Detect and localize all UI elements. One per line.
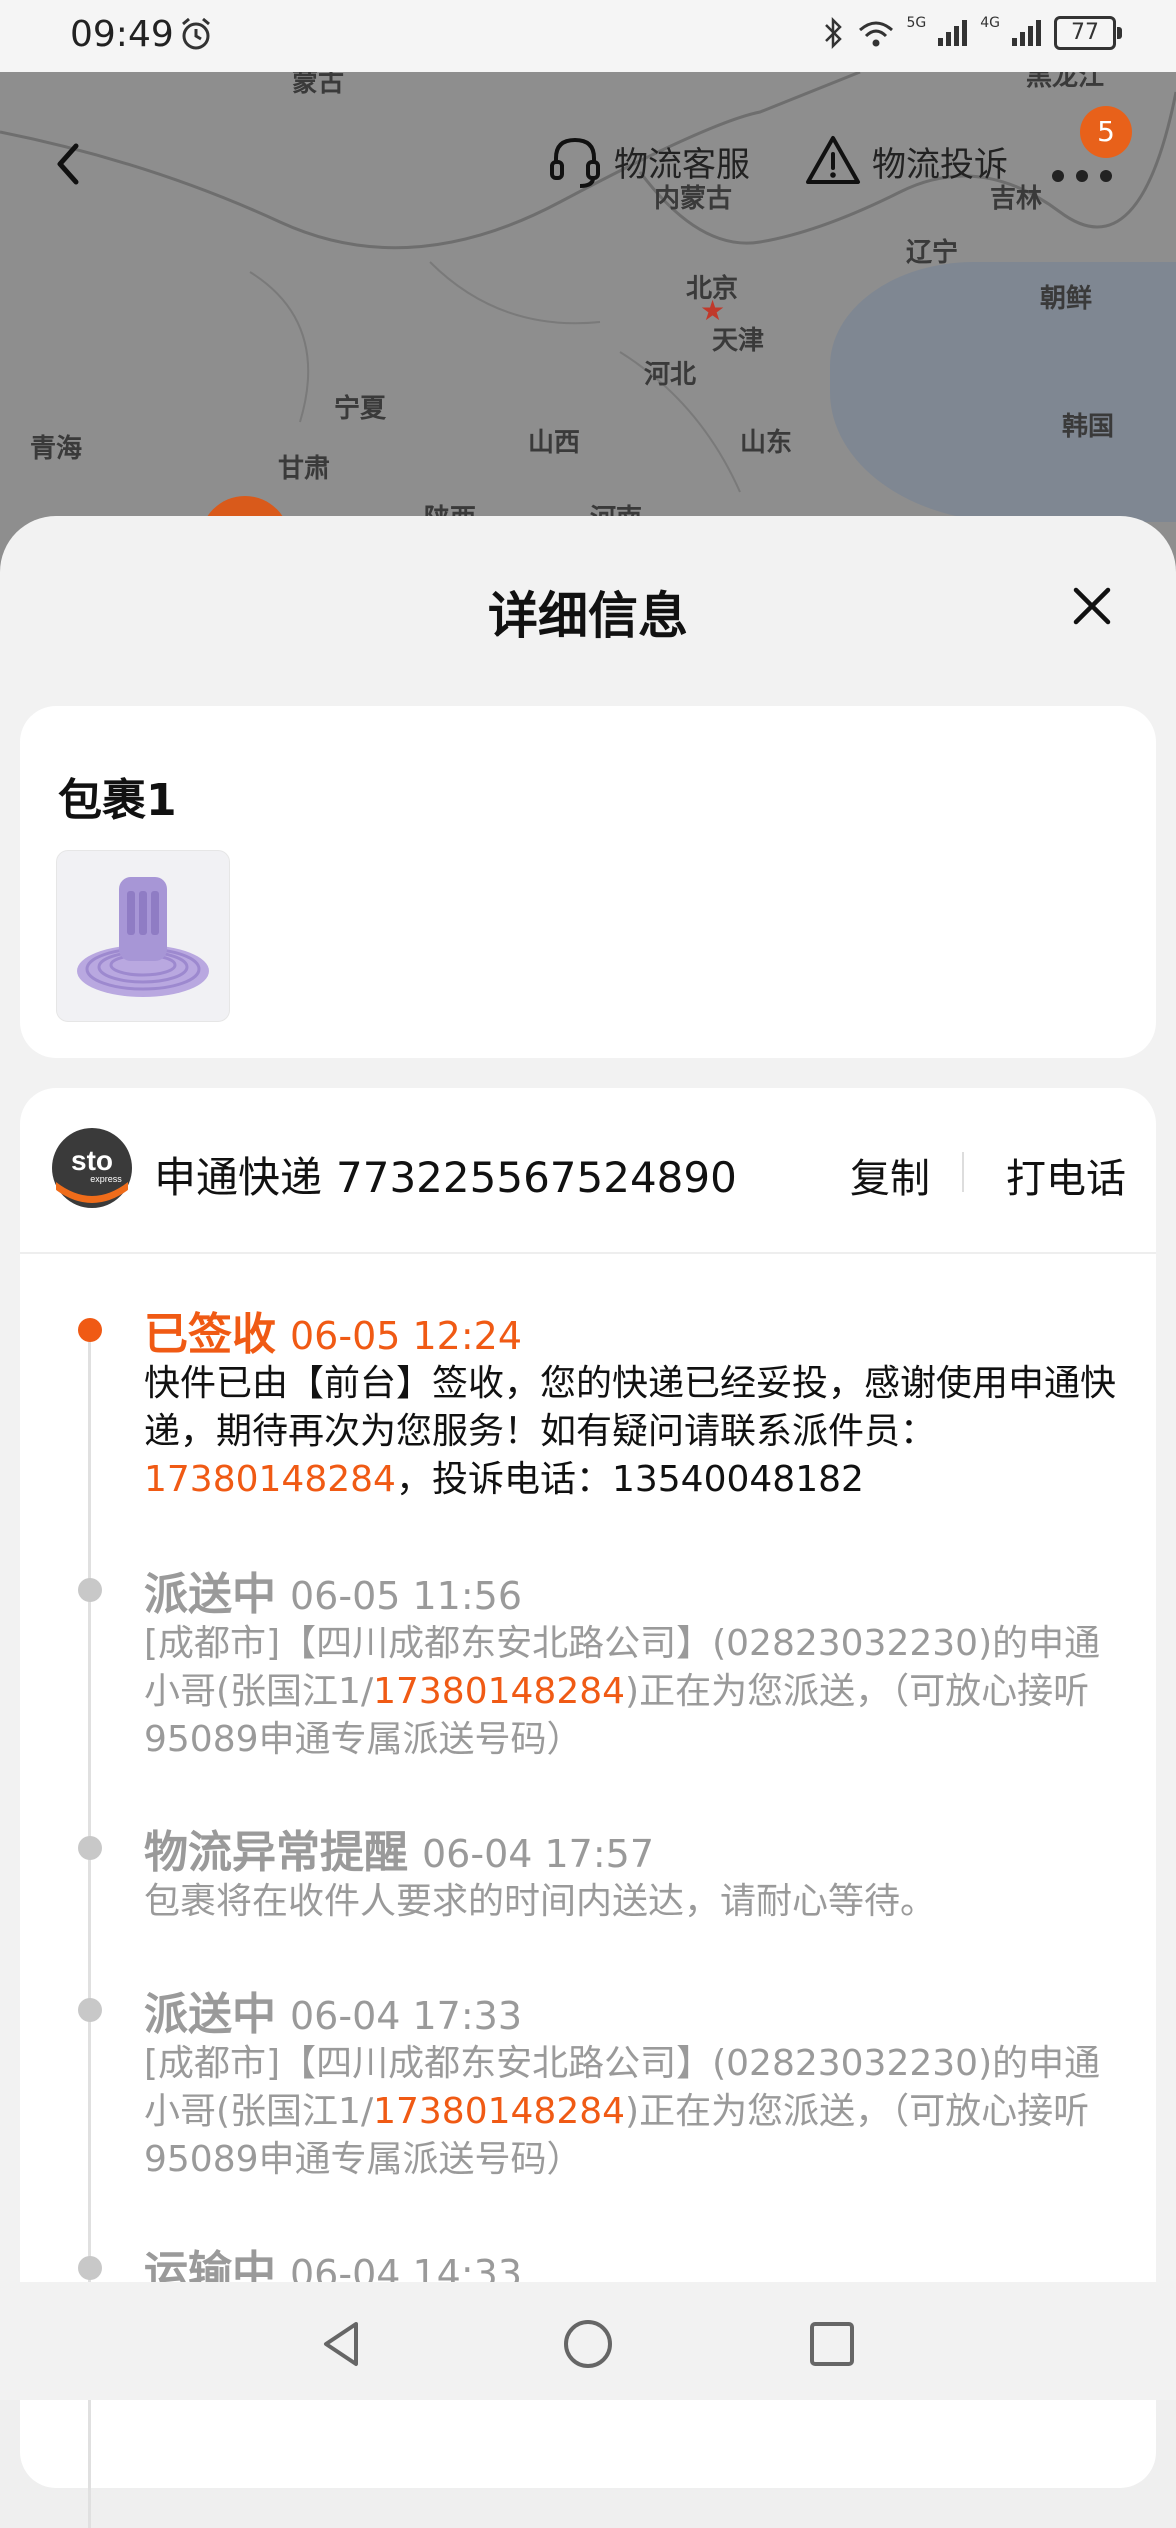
net-label-2: 4G xyxy=(980,15,1000,31)
map-label: 黑龙江 xyxy=(1026,72,1105,92)
map-label: 青海 xyxy=(30,434,83,464)
map-label: 宁夏 xyxy=(334,394,387,424)
signal-icon xyxy=(938,20,968,46)
nav-back-icon[interactable] xyxy=(314,2316,370,2372)
back-button[interactable] xyxy=(40,134,100,194)
bluetooth-icon xyxy=(825,16,843,50)
event-description: [成都市]【四川成都东安北路公司】(02823032230)的申通小哥(张国江1… xyxy=(144,1623,1101,1760)
nav-home-icon[interactable] xyxy=(560,2316,616,2372)
timeline-dot-icon xyxy=(78,1318,102,1342)
courier-phone-link[interactable]: 17380148284 xyxy=(373,1671,625,1712)
notification-badge: 5 xyxy=(1080,106,1132,158)
event-header: 物流异常提醒 06-04 17:57 xyxy=(144,1816,654,1880)
event-description: [成都市]【四川成都东安北路公司】(02823032230)的申通小哥(张国江1… xyxy=(144,2043,1101,2180)
logistics-service-label: 物流客服 xyxy=(614,144,750,185)
carrier-info: 申通快递 773225567524890 xyxy=(154,1144,737,1205)
event-time: 06-05 12:24 xyxy=(290,1314,523,1358)
timeline-dot-icon xyxy=(78,1998,102,2022)
logistics-complaint-button[interactable]: 物流投诉 xyxy=(802,130,1008,192)
event-header: 派送中 06-05 11:56 xyxy=(144,1558,522,1622)
headset-icon xyxy=(550,137,600,188)
status-time: 09:49 xyxy=(70,14,174,55)
alarm-icon xyxy=(182,17,210,50)
map-label: 朝鲜 xyxy=(1040,284,1093,314)
event-status: 物流异常提醒 xyxy=(144,1827,408,1878)
carrier-name: 申通快递 xyxy=(154,1153,323,1202)
logistics-complaint-label: 物流投诉 xyxy=(872,144,1008,185)
copy-button[interactable]: 复制 xyxy=(850,1146,930,1204)
event-status: 派送中 xyxy=(144,1569,276,1620)
signal-icon-2 xyxy=(1012,20,1041,46)
event-time: 06-05 11:56 xyxy=(290,1574,523,1618)
map-label: 天津 xyxy=(712,326,765,356)
more-dot-icon xyxy=(1100,170,1112,182)
nav-recents-icon[interactable] xyxy=(804,2316,860,2372)
more-dot-icon xyxy=(1052,170,1064,182)
battery-icon: 77 xyxy=(1054,16,1122,50)
system-icons: 5G 4G 77 xyxy=(820,15,1122,50)
sheet-title: 详细信息 xyxy=(488,587,688,645)
map-label: 河北 xyxy=(644,360,697,390)
event-time: 06-04 17:33 xyxy=(290,1994,523,2038)
product-image-icon xyxy=(77,877,209,997)
net-label-1: 5G xyxy=(906,15,927,31)
wifi-icon xyxy=(859,21,894,47)
package-title: 包裹1 xyxy=(58,775,177,826)
tracking-number: 773225567524890 xyxy=(336,1153,737,1202)
navigation-bar xyxy=(0,2282,1176,2400)
timeline-dot-icon xyxy=(78,2256,102,2280)
top-bar: 物流客服 物流投诉 xyxy=(0,120,1176,210)
logistics-service-button[interactable]: 物流客服 xyxy=(544,130,750,192)
package-card: 包裹1 xyxy=(20,706,1156,1058)
event-status: 已签收 xyxy=(144,1309,276,1360)
close-button[interactable] xyxy=(1064,578,1120,634)
event-header: 派送中 06-04 17:33 xyxy=(144,1978,522,2042)
product-thumbnail[interactable] xyxy=(56,850,230,1022)
detail-sheet: 详细信息 包裹1 sto express 申通快递 77322556752489… xyxy=(0,516,1176,2528)
tracking-card: sto express 申通快递 773225567524890 复制 打电话 已… xyxy=(20,1088,1156,2528)
timeline-dot-icon xyxy=(78,1578,102,1602)
courier-phone-link[interactable]: 17380148284 xyxy=(144,1459,396,1500)
map-label: 蒙古 xyxy=(292,72,345,98)
map-label: 辽宁 xyxy=(906,238,959,268)
map-label: 甘肃 xyxy=(278,454,331,484)
carrier-row: sto express 申通快递 773225567524890 复制 打电话 xyxy=(20,1088,1156,1254)
map-label: 韩国 xyxy=(1062,412,1115,442)
event-time: 06-04 17:57 xyxy=(422,1832,655,1876)
courier-phone-link[interactable]: 17380148284 xyxy=(373,2091,625,2132)
event-description: 包裹将在收件人要求的时间内送达，请耐心等待。 xyxy=(144,1881,937,1922)
call-button[interactable]: 打电话 xyxy=(1006,1146,1126,1204)
map-label: 山西 xyxy=(528,428,581,458)
timeline-dot-icon xyxy=(78,1836,102,1860)
event-description: 快件已由【前台】签收，您的快递已经妥投，感谢使用申通快递，期待再次为您服务！如有… xyxy=(144,1363,1117,1500)
more-dot-icon xyxy=(1076,170,1088,182)
status-bar: 09:49 5G 4G 77 xyxy=(0,0,1176,72)
svg-text:sto: sto xyxy=(71,1145,113,1176)
event-status: 派送中 xyxy=(144,1989,276,2040)
event-header: 已签收 06-05 12:24 xyxy=(144,1298,522,1362)
warning-icon xyxy=(806,136,860,184)
divider xyxy=(962,1152,964,1192)
svg-text:express: express xyxy=(90,1174,122,1184)
sto-logo-icon: sto express xyxy=(50,1126,134,1210)
map-label: 山东 xyxy=(740,428,793,458)
